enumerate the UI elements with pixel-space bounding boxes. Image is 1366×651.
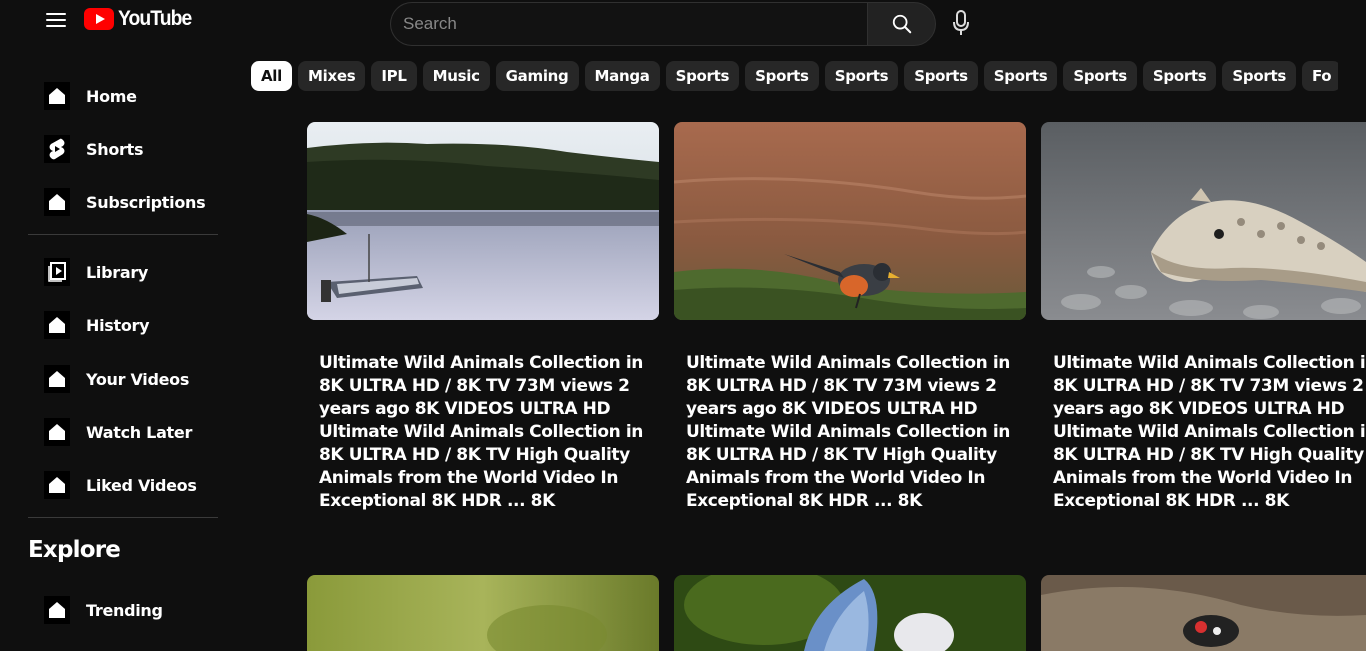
sidebar-item-library[interactable]: Library bbox=[44, 255, 148, 289]
search-input[interactable] bbox=[390, 2, 867, 46]
video-card[interactable]: Ultimate Wild Animals Collection in 8K U… bbox=[674, 122, 1026, 511]
logo-text: YouTube bbox=[118, 7, 192, 30]
video-thumbnail[interactable] bbox=[1041, 122, 1366, 320]
sidebar-item-label: Home bbox=[86, 86, 137, 106]
chip-all[interactable]: All bbox=[251, 61, 292, 91]
chip-sports[interactable]: Sports bbox=[904, 61, 978, 91]
chip-mixes[interactable]: Mixes bbox=[298, 61, 366, 91]
video-thumbnail[interactable] bbox=[674, 575, 1026, 651]
chip-sports[interactable]: Sports bbox=[824, 61, 899, 91]
home-icon bbox=[44, 311, 70, 339]
menu-button[interactable] bbox=[40, 4, 72, 36]
microphone-icon bbox=[953, 10, 969, 35]
sidebar-item-label: Liked Videos bbox=[86, 475, 197, 495]
chip-partial[interactable]: Fo bbox=[1301, 61, 1338, 91]
search-button[interactable] bbox=[867, 2, 936, 46]
sidebar-item-label: Subscriptions bbox=[86, 192, 206, 212]
chip-sports[interactable]: Sports bbox=[1222, 61, 1296, 91]
voice-search-button[interactable] bbox=[948, 8, 974, 38]
sidebar-item-trending[interactable]: Trending bbox=[44, 593, 163, 627]
sidebar-item-label: Your Videos bbox=[86, 369, 190, 389]
sidebar-item-your-videos[interactable]: Your Videos bbox=[44, 362, 189, 396]
chip-sports[interactable]: Sports bbox=[1063, 61, 1137, 91]
sidebar-divider bbox=[28, 234, 218, 235]
sidebar-item-shorts[interactable]: Shorts bbox=[44, 132, 143, 166]
sidebar-item-label: History bbox=[86, 315, 150, 335]
explore-heading: Explore bbox=[28, 537, 121, 563]
video-thumbnail[interactable] bbox=[674, 122, 1026, 320]
sidebar-item-subscriptions[interactable]: Subscriptions bbox=[44, 185, 206, 219]
sidebar-item-label: Library bbox=[86, 262, 149, 282]
home-icon bbox=[44, 596, 70, 624]
video-title[interactable]: Ultimate Wild Animals Collection in 8K U… bbox=[319, 352, 649, 513]
home-icon bbox=[44, 365, 70, 393]
chip-sports[interactable]: Sports bbox=[665, 61, 740, 91]
shorts-icon bbox=[44, 135, 70, 163]
sidebar-item-label: Watch Later bbox=[86, 422, 193, 442]
home-icon bbox=[44, 188, 70, 216]
chip-sports[interactable]: Sports bbox=[1142, 61, 1217, 91]
home-icon bbox=[44, 418, 70, 446]
chip-ipl[interactable]: IPL bbox=[371, 61, 417, 91]
video-title[interactable]: Ultimate Wild Animals Collection in 8K U… bbox=[686, 352, 1016, 513]
library-icon bbox=[44, 258, 70, 286]
youtube-logo[interactable]: YouTube bbox=[84, 7, 198, 31]
video-thumbnail[interactable] bbox=[1041, 575, 1366, 651]
sidebar-item-label: Shorts bbox=[86, 139, 144, 159]
sidebar-item-home[interactable]: Home bbox=[44, 79, 137, 113]
video-thumbnail[interactable] bbox=[307, 122, 659, 320]
search-bar bbox=[390, 2, 936, 46]
category-chips: All Mixes IPL Music Gaming Manga Sports Sports S… bbox=[251, 61, 1338, 91]
video-title[interactable]: Ultimate Wild Animals Collection in 8K U… bbox=[1053, 352, 1366, 513]
video-thumbnail[interactable] bbox=[307, 575, 659, 651]
home-icon bbox=[44, 471, 70, 499]
chip-music[interactable]: Music bbox=[422, 61, 490, 91]
video-card[interactable]: Ultimate Wild Animals Collection in 8K U… bbox=[1041, 122, 1366, 511]
sidebar-item-history[interactable]: History bbox=[44, 308, 150, 342]
chip-sports[interactable]: Sports bbox=[983, 61, 1058, 91]
chip-sports[interactable]: Sports bbox=[745, 61, 819, 91]
search-icon bbox=[892, 14, 911, 34]
youtube-play-icon bbox=[84, 8, 114, 30]
sidebar-item-watch-later[interactable]: Watch Later bbox=[44, 415, 192, 449]
home-icon bbox=[44, 82, 70, 110]
chip-gaming[interactable]: Gaming bbox=[495, 61, 579, 91]
chip-manga[interactable]: Manga bbox=[584, 61, 660, 91]
sidebar-item-liked-videos[interactable]: Liked Videos bbox=[44, 468, 197, 502]
sidebar-item-label: Trending bbox=[86, 600, 163, 620]
sidebar-divider bbox=[28, 517, 218, 518]
video-card[interactable]: Ultimate Wild Animals Collection in 8K U… bbox=[307, 122, 659, 511]
